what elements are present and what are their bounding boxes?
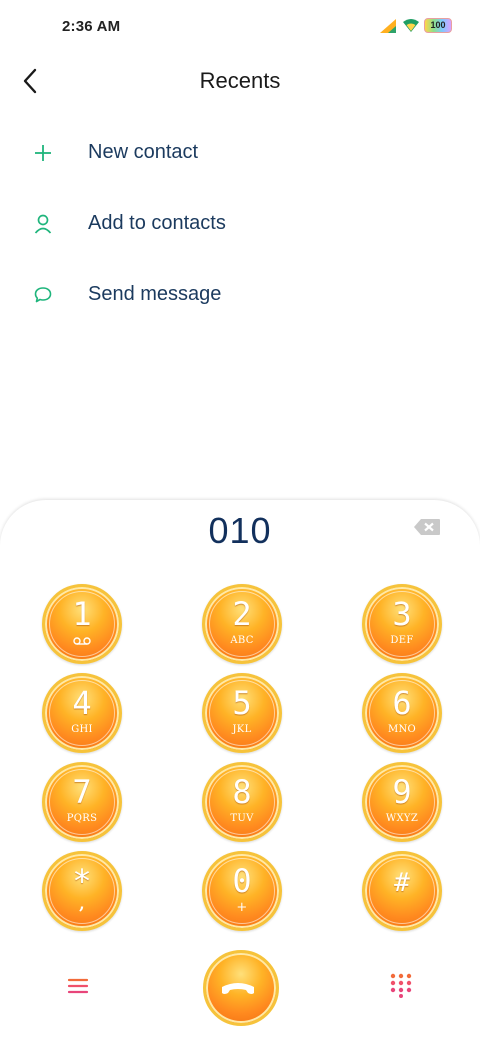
message-bubble-icon	[34, 287, 52, 303]
key-digit: 7	[72, 773, 92, 811]
key-digit: 0	[232, 862, 252, 900]
key-letters: ,	[79, 894, 85, 913]
key-letters: TUV	[230, 813, 254, 824]
key-digit: #	[394, 868, 410, 898]
key-digit: 3	[392, 595, 412, 633]
key-4[interactable]: 4 GHI	[42, 673, 122, 753]
signal-icon	[380, 18, 396, 33]
key-digit: *	[72, 862, 92, 900]
menu-icon	[67, 978, 89, 994]
key-3[interactable]: 3 DEF	[362, 584, 442, 664]
key-digit: 6	[392, 684, 412, 722]
key-letters: PQRS	[66, 813, 98, 824]
page-title: Recents	[199, 68, 281, 93]
key-6[interactable]: 6 MNO	[362, 673, 442, 753]
key-letters: MNO	[387, 724, 417, 735]
backspace-icon	[414, 519, 440, 535]
key-8[interactable]: 8 TUV	[202, 762, 282, 842]
battery-icon: 100	[424, 18, 452, 33]
new-contact-label: New contact	[88, 141, 199, 163]
dialpad-toggle-button[interactable]	[388, 972, 414, 998]
add-to-contacts-label: Add to contacts	[88, 212, 226, 234]
voicemail-icon	[73, 637, 91, 645]
status-bar: 2:36 AM 100	[0, 0, 480, 56]
key-5[interactable]: 5 JKL	[202, 673, 282, 753]
key-letters: GHI	[71, 724, 93, 735]
key-7[interactable]: 7 PQRS	[42, 762, 122, 842]
key-letters: DEF	[390, 635, 414, 646]
phone-icon	[222, 983, 254, 994]
add-to-contacts-item[interactable]: Add to contacts	[0, 189, 480, 260]
key-digit: 2	[232, 595, 252, 633]
new-contact-item[interactable]: New contact	[0, 118, 480, 189]
key-digit: 5	[232, 684, 252, 722]
key-star[interactable]: * ,	[42, 851, 122, 931]
key-letters: ABC	[230, 635, 254, 646]
key-9[interactable]: 9 WXYZ	[362, 762, 442, 842]
dialpad-icon	[390, 973, 412, 998]
menu-button[interactable]	[66, 974, 90, 998]
send-message-item[interactable]: Send message	[0, 260, 480, 331]
header: Recents	[0, 56, 480, 108]
status-icons: 100	[380, 18, 452, 33]
key-digit: 8	[232, 773, 252, 811]
key-hash[interactable]: #	[362, 851, 442, 931]
key-1[interactable]: 1	[42, 584, 122, 664]
key-digit: 1	[72, 595, 92, 633]
key-0[interactable]: 0 +	[202, 851, 282, 931]
backspace-button[interactable]	[412, 516, 442, 538]
key-digit: 9	[392, 773, 412, 811]
dialed-number[interactable]: 010	[0, 510, 480, 552]
key-digit: 4	[72, 684, 92, 722]
key-letters: JKL	[232, 724, 252, 735]
plus-icon	[35, 145, 51, 161]
person-icon	[34, 214, 52, 234]
status-time: 2:36 AM	[62, 18, 121, 35]
key-2[interactable]: 2 ABC	[202, 584, 282, 664]
wifi-icon	[403, 18, 419, 32]
action-list: New contact Add to contacts Send message	[0, 118, 480, 331]
key-letters: +	[236, 900, 248, 915]
key-letters: WXYZ	[385, 813, 419, 824]
send-message-label: Send message	[88, 283, 222, 305]
call-button[interactable]	[203, 950, 279, 1026]
